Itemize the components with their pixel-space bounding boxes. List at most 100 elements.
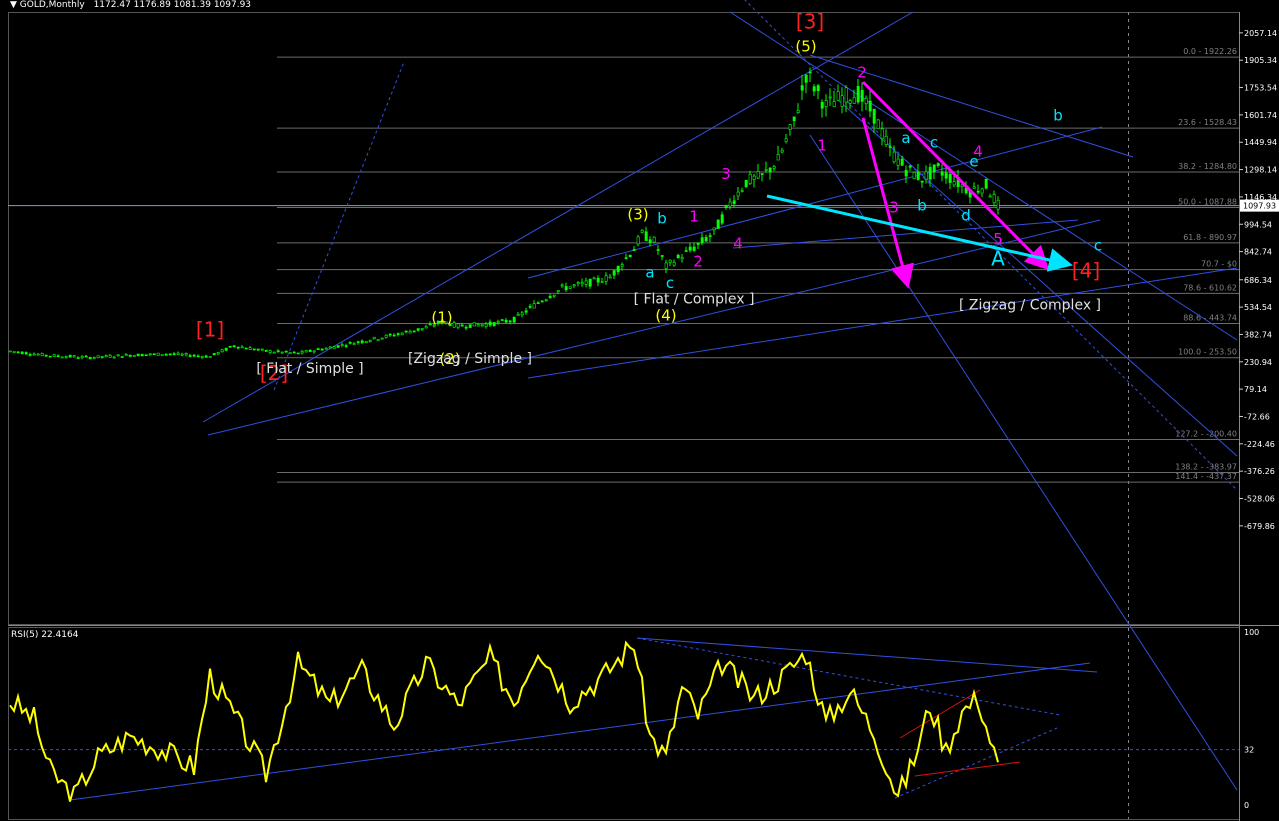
trendline xyxy=(837,99,1238,457)
candle-body xyxy=(772,166,776,169)
candle-body xyxy=(668,259,672,263)
candle-body xyxy=(296,352,300,355)
wave-label: 2 xyxy=(693,252,703,270)
candle-body xyxy=(200,356,204,358)
candle-body xyxy=(700,237,704,243)
candle-body xyxy=(224,347,228,351)
candle-body xyxy=(264,349,268,352)
fib-label: 138.2 - -383.97 xyxy=(1175,463,1237,472)
candle-body xyxy=(512,317,516,323)
candle-body xyxy=(68,354,72,358)
candle-body xyxy=(260,348,264,351)
fib-label: 61.8 - 890.97 xyxy=(1183,233,1237,242)
candle-body xyxy=(784,138,788,142)
candle-body xyxy=(936,163,940,166)
candle-body xyxy=(972,186,976,189)
candle-body xyxy=(208,356,212,358)
chart-window[interactable]: 0.0 - 1922.26 23.6 - 1528.43 38.2 - 1284.8… xyxy=(0,0,1279,821)
current-price-label: 1097.93 xyxy=(1243,202,1276,211)
trendline xyxy=(207,219,1101,436)
candle-body xyxy=(592,277,596,280)
candle-body xyxy=(476,324,480,327)
wave-label: b xyxy=(657,209,667,227)
axis-tick-label: 230.94 xyxy=(1244,358,1272,367)
wave-label: [ Zigzag / Complex ] xyxy=(959,298,1101,314)
candle-body xyxy=(820,101,824,109)
candle-body xyxy=(584,280,588,285)
candle-body xyxy=(616,266,620,273)
axis-tick-label: 1298.14 xyxy=(1244,166,1277,175)
candle-body xyxy=(984,178,988,189)
chevron-down-icon[interactable]: ▼ xyxy=(10,0,17,10)
candle-body xyxy=(96,355,100,358)
candle-body xyxy=(796,110,800,113)
candle-body xyxy=(976,190,980,193)
candle-body xyxy=(552,294,556,297)
projection-arrows xyxy=(766,80,1073,289)
candle-body xyxy=(140,354,144,357)
fib-label: 0.0 - 1922.26 xyxy=(1183,47,1237,56)
wave-label: b xyxy=(917,197,927,215)
candle-body xyxy=(608,276,612,279)
candle-body xyxy=(212,353,216,356)
price-chart[interactable]: 0.0 - 1922.26 23.6 - 1528.43 38.2 - 1284.8… xyxy=(0,0,1279,821)
candle-body xyxy=(60,356,64,359)
candle-body xyxy=(288,352,292,354)
candle-body xyxy=(292,351,296,354)
candle-body xyxy=(664,262,668,269)
candle-body xyxy=(708,235,712,237)
candle-body xyxy=(456,323,460,328)
wave-label: [ Flat / Complex ] xyxy=(634,291,755,307)
axis-tick-label: -72.66 xyxy=(1244,412,1270,421)
candle-body xyxy=(116,354,120,357)
candle-body xyxy=(316,348,320,351)
candle-body xyxy=(952,181,956,186)
candle-body xyxy=(348,342,352,344)
candle-body xyxy=(652,236,656,243)
candle-body xyxy=(284,350,288,353)
candle-body xyxy=(256,348,260,351)
candle-body xyxy=(344,345,348,347)
candle-body xyxy=(988,195,992,198)
candle-body xyxy=(220,349,224,353)
candle-body xyxy=(536,302,540,305)
candle-body xyxy=(300,351,304,354)
candle-body xyxy=(832,101,836,107)
candle-body xyxy=(28,354,32,356)
candle-body xyxy=(48,355,52,358)
candle-body xyxy=(648,239,652,243)
candle-body xyxy=(896,158,900,166)
chart-header: ▼ GOLD,Monthly 1172.47 1176.89 1081.39 1… xyxy=(10,0,251,10)
axis-tick-label: 994.54 xyxy=(1244,220,1272,229)
candle-body xyxy=(828,96,832,99)
rsi-axis: 100 32 0 xyxy=(1244,628,1259,810)
candle-body xyxy=(748,174,752,184)
candle-body xyxy=(728,201,732,207)
candle-body xyxy=(880,128,884,139)
axis-tick-label: -376.26 xyxy=(1244,467,1275,476)
candle-body xyxy=(32,353,36,356)
candle-body xyxy=(12,351,16,353)
candle-body xyxy=(36,353,40,356)
price-panel-frame xyxy=(8,12,1240,625)
wave-label: [Zigzag / Simple ] xyxy=(408,351,532,367)
fib-label: 38.2 - 1284.80 xyxy=(1178,162,1237,171)
candle-body xyxy=(328,346,332,349)
candle-body xyxy=(336,345,340,348)
candle-body xyxy=(908,165,912,168)
candle-body xyxy=(160,354,164,356)
wave-label: (1) xyxy=(431,308,452,326)
candle-body xyxy=(624,257,628,259)
fib-label: 141.4 - -437.37 xyxy=(1175,472,1237,481)
candle-body xyxy=(824,100,828,107)
candle-body xyxy=(320,348,324,351)
wave-label: c xyxy=(666,274,674,292)
fib-label: 23.6 - 1528.43 xyxy=(1178,118,1237,127)
rsi-axis-label: 0 xyxy=(1244,801,1249,810)
candle-body xyxy=(928,167,932,180)
candle-body xyxy=(268,350,272,353)
candle-body xyxy=(788,124,792,130)
candle-body xyxy=(800,85,804,91)
candle-body xyxy=(868,100,872,112)
candle-body xyxy=(660,255,664,257)
